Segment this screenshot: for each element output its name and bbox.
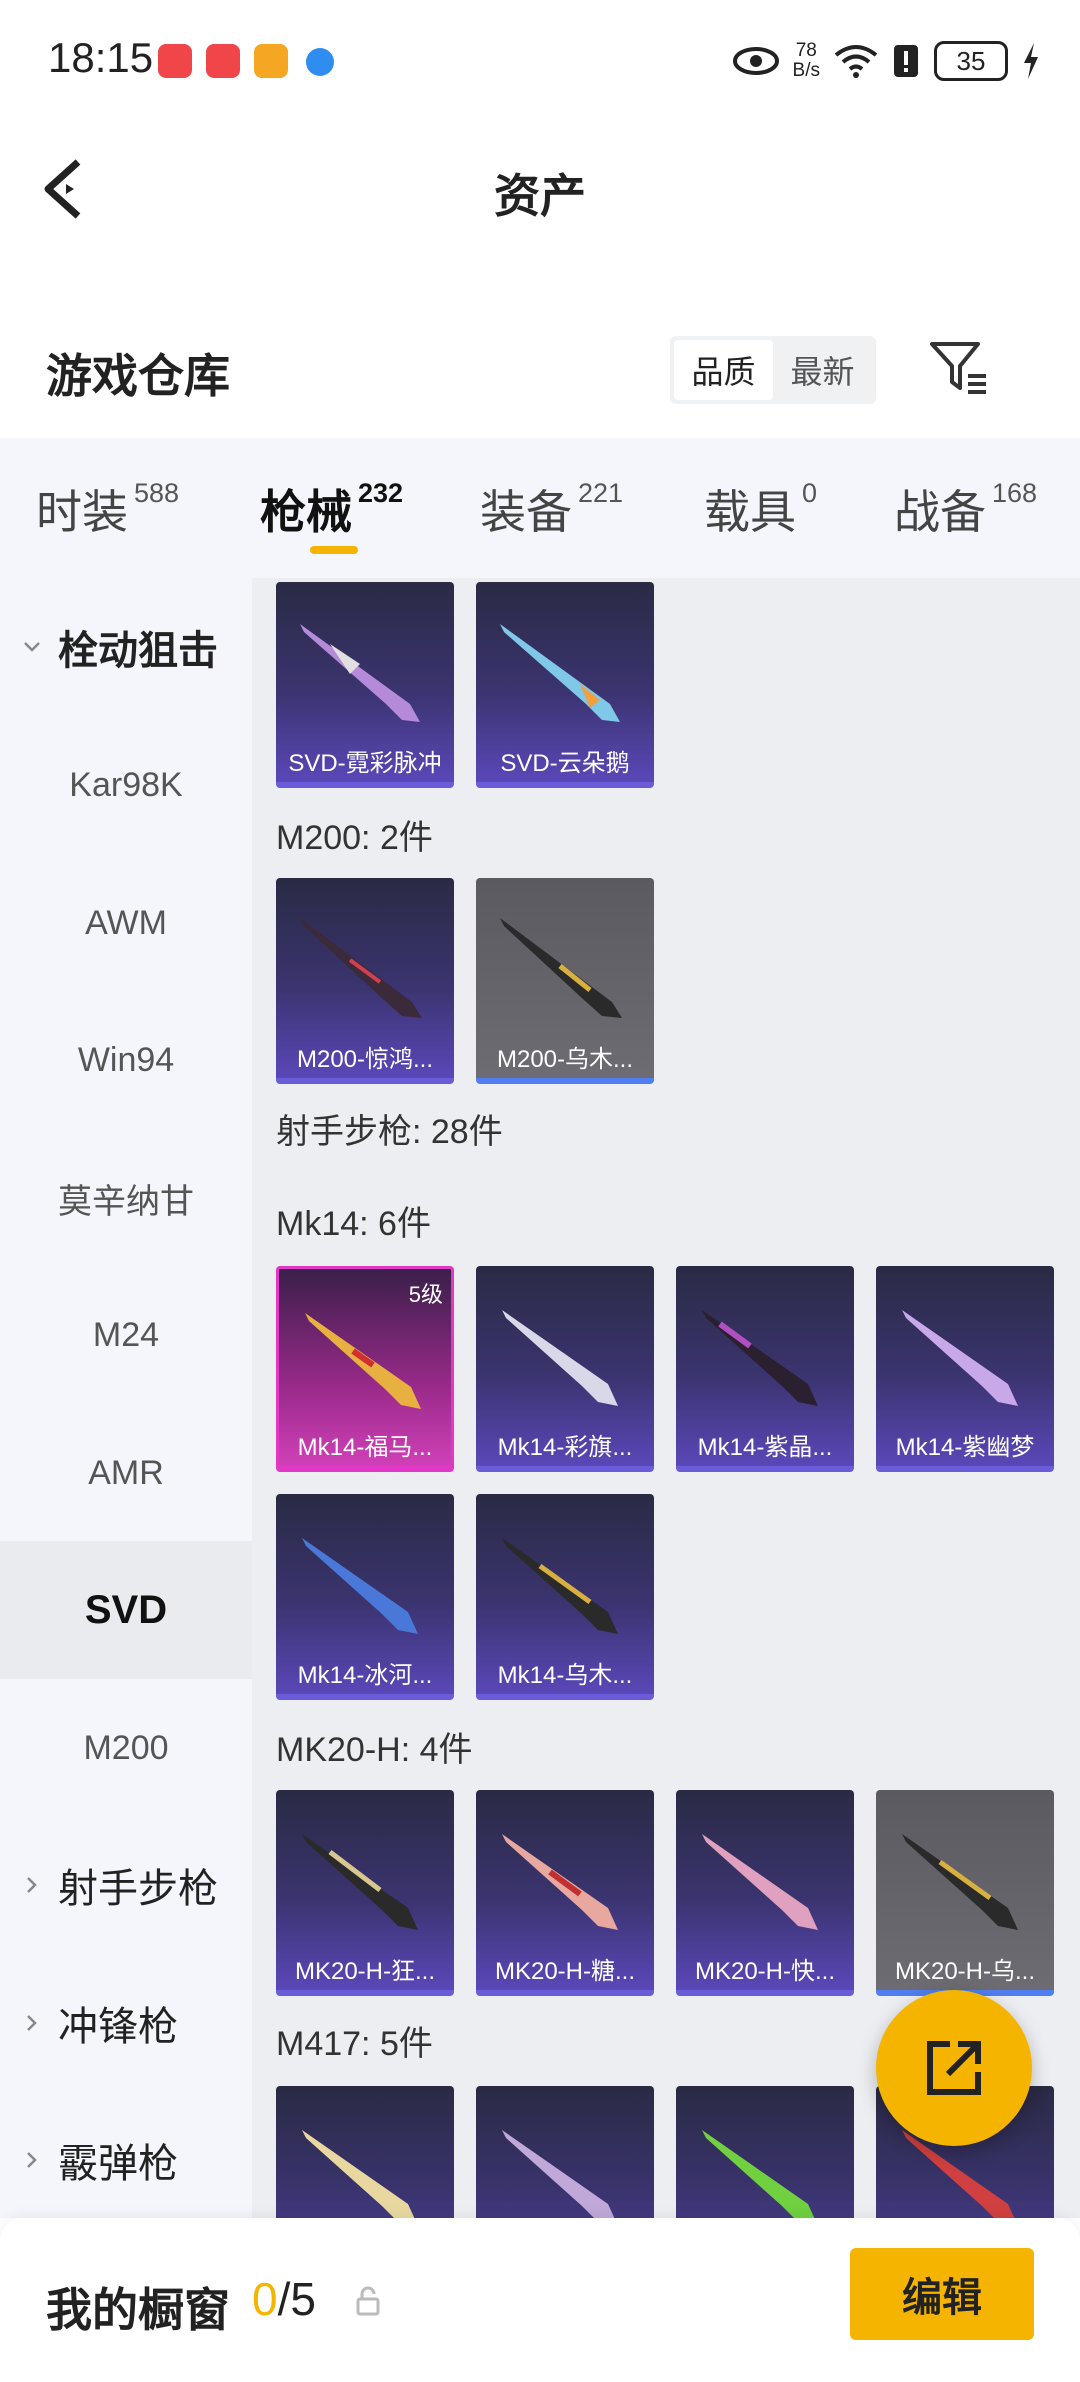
weapon-card[interactable]: Mk14-紫幽梦 xyxy=(876,1266,1054,1472)
sidebar-group-smg[interactable]: 冲锋枪 xyxy=(0,1954,252,2092)
section-title-m200: M200: 2件 xyxy=(276,819,433,857)
tab-equipment[interactable]: 装备 221 xyxy=(480,476,623,542)
app-notification-icon xyxy=(206,44,240,78)
rifle-icon xyxy=(300,624,420,722)
rifle-icon xyxy=(302,1834,418,1930)
rifle-icon xyxy=(502,1310,618,1406)
weapon-card[interactable]: Mk14-乌木... xyxy=(476,1494,654,1700)
sidebar-group-bolt-action[interactable]: 栓动狙击 xyxy=(0,578,252,716)
rifle-icon xyxy=(902,1834,1018,1930)
sidebar-group-shotgun[interactable]: 霰弹枪 xyxy=(0,2091,252,2229)
weapon-card[interactable]: Mk14-紫晶... xyxy=(676,1266,854,1472)
chevron-right-icon xyxy=(27,2152,37,2168)
section-title-marksman: 射手步枪: 28件 xyxy=(276,1113,503,1151)
sidebar-item-m200[interactable]: M200 xyxy=(0,1679,252,1817)
weapon-card[interactable]: M200-乌木... xyxy=(476,878,654,1084)
rifle-icon xyxy=(500,918,622,1018)
showcase-label: 我的橱窗 xyxy=(46,2284,230,2336)
rifle-icon xyxy=(500,624,620,722)
sidebar-item-svd[interactable]: SVD xyxy=(0,1541,252,1679)
filter-icon[interactable] xyxy=(928,338,990,398)
sidebar-item-awm[interactable]: AWM xyxy=(0,854,252,992)
sidebar-item-m24[interactable]: M24 xyxy=(0,1266,252,1404)
sidebar-item-win94[interactable]: Win94 xyxy=(0,991,252,1129)
showcase-bar: 我的橱窗 0/5 编辑 xyxy=(0,2218,1080,2382)
charging-icon xyxy=(1024,43,1038,79)
sort-quality-option[interactable]: 品质 xyxy=(674,340,773,400)
tab-active-indicator xyxy=(310,546,358,554)
weapon-card[interactable]: MK20-H-狂... xyxy=(276,1790,454,1996)
warehouse-title: 游戏仓库 xyxy=(46,350,230,402)
edit-button[interactable]: 编辑 xyxy=(850,2248,1034,2340)
showcase-count: 0/5 xyxy=(252,2273,316,2325)
weapon-card[interactable]: Mk14-彩旗... xyxy=(476,1266,654,1472)
rifle-icon xyxy=(302,2130,415,2218)
sort-toggle: 品质 最新 xyxy=(670,336,876,404)
net-speed: 78 B/s xyxy=(792,40,820,81)
weapon-card[interactable]: M200-惊鸿... xyxy=(276,878,454,1084)
external-link-icon xyxy=(927,2041,981,2095)
game-notification-icon xyxy=(254,44,288,78)
rifle-icon xyxy=(702,1310,818,1406)
weapon-card[interactable]: SVD-霓彩脉冲 xyxy=(276,582,454,788)
rifle-icon xyxy=(502,1538,618,1634)
sidebar-item-amr[interactable]: AMR xyxy=(0,1404,252,1542)
rifle-icon xyxy=(502,1834,618,1930)
chevron-right-icon xyxy=(27,1877,37,1893)
sidebar-group-marksman[interactable]: 射手步枪 xyxy=(0,1816,252,1954)
rifle-icon xyxy=(300,918,422,1018)
tab-vehicles[interactable]: 载具 0 xyxy=(704,476,817,542)
rifle-icon xyxy=(302,1538,418,1634)
tab-fashion[interactable]: 时装 588 xyxy=(36,476,179,542)
sidebar-item-kar98k[interactable]: Kar98K xyxy=(0,716,252,854)
category-tabs: 时装 588 枪械 232 装备 221 载具 0 战备 168 xyxy=(0,438,1080,578)
sort-newest-option[interactable]: 最新 xyxy=(773,340,872,400)
weapon-card[interactable] xyxy=(476,2086,654,2218)
weapon-card[interactable]: MK20-H-糖... xyxy=(476,1790,654,1996)
tab-firearms[interactable]: 枪械 232 xyxy=(260,476,403,542)
status-bar: 18:15 78 B/s 35 xyxy=(0,0,1080,120)
weapon-card[interactable]: MK20-H-快... xyxy=(676,1790,854,1996)
weapon-grid: SVD-霓彩脉冲 SVD-云朵鹅 M200: 2件 M200-惊鸿... M20… xyxy=(252,578,1080,2218)
app-notification-icon xyxy=(158,44,192,78)
chevron-down-icon xyxy=(24,642,40,652)
weapon-card[interactable] xyxy=(276,2086,454,2218)
rifle-icon xyxy=(902,1310,1018,1406)
weapon-sidebar: 栓动狙击 Kar98K AWM Win94 莫辛纳甘 M24 AMR SVD M… xyxy=(0,578,252,2218)
rifle-icon xyxy=(702,2130,815,2218)
weapon-card[interactable]: SVD-云朵鹅 xyxy=(476,582,654,788)
rifle-icon xyxy=(305,1313,421,1409)
eye-icon xyxy=(732,47,779,75)
weapon-card[interactable] xyxy=(676,2086,854,2218)
sidebar-item-mosin[interactable]: 莫辛纳甘 xyxy=(0,1129,252,1267)
chevron-right-icon xyxy=(27,2015,37,2031)
battery-icon: 35 xyxy=(934,41,1008,81)
section-title-mk20: MK20-H: 4件 xyxy=(276,1731,473,1769)
section-title-m417: M417: 5件 xyxy=(276,2025,433,2063)
share-fab-button[interactable] xyxy=(876,1990,1032,2146)
rifle-icon xyxy=(502,2130,615,2218)
weapon-card[interactable]: MK20-H-乌... xyxy=(876,1790,1054,1996)
section-title-mk14: Mk14: 6件 xyxy=(276,1205,431,1243)
weapon-card[interactable]: Mk14-冰河... xyxy=(276,1494,454,1700)
page-title: 资产 xyxy=(494,170,586,222)
header: 资产 xyxy=(0,130,1080,250)
alert-icon xyxy=(894,45,918,77)
lock-icon xyxy=(356,2286,380,2316)
browser-notification-icon xyxy=(306,48,334,76)
rifle-icon xyxy=(702,1834,818,1930)
tab-combat-gear[interactable]: 战备 168 xyxy=(894,476,1037,542)
weapon-card[interactable]: 5级 Mk14-福马... xyxy=(276,1266,454,1472)
wifi-icon xyxy=(834,45,878,78)
status-time: 18:15 xyxy=(48,34,154,81)
